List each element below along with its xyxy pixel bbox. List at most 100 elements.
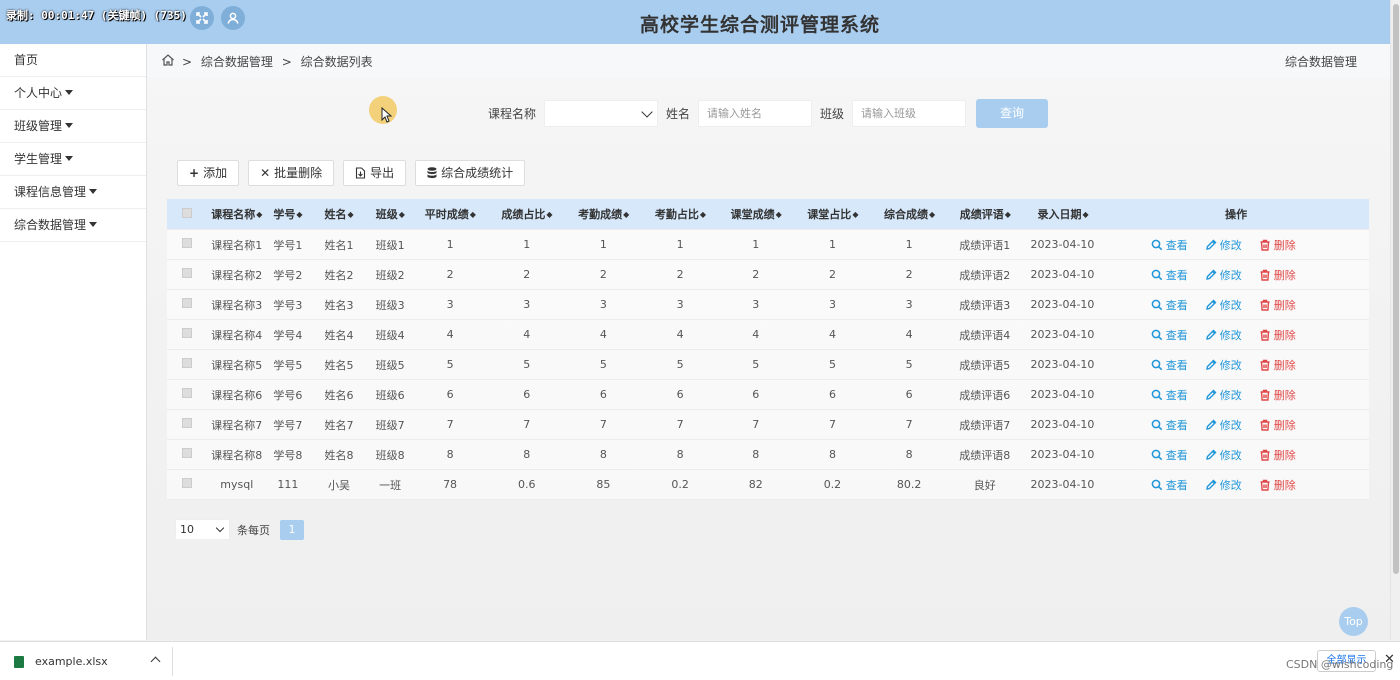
- sort-icon[interactable]: ◆: [399, 210, 405, 219]
- search-button[interactable]: 查询: [976, 98, 1049, 128]
- column-header[interactable]: 课堂成绩◆: [718, 206, 795, 222]
- view-button[interactable]: 查看: [1151, 267, 1188, 283]
- edit-button[interactable]: 修改: [1205, 387, 1242, 403]
- download-filename[interactable]: example.xlsx: [35, 655, 108, 668]
- chevron-up-icon[interactable]: [150, 656, 161, 667]
- table-row[interactable]: 课程名称4 学号4 姓名4 班级4 4 4 4 4 4 4 4 成绩评语4 2023-04-10 查看 修改…: [167, 320, 1369, 350]
- sort-icon[interactable]: ◆: [546, 210, 552, 219]
- sort-icon[interactable]: ◆: [296, 210, 302, 219]
- column-header[interactable]: 姓名◆: [309, 206, 370, 222]
- edit-button[interactable]: 修改: [1205, 417, 1242, 433]
- table-row[interactable]: 课程名称5 学号5 姓名5 班级5 5 5 5 5 5 5 5 成绩评语5 2023-04-10 查看 修改…: [167, 350, 1369, 380]
- home-icon[interactable]: [161, 53, 175, 67]
- row-checkbox[interactable]: [181, 478, 192, 488]
- sort-icon[interactable]: ◆: [700, 210, 706, 219]
- sort-icon[interactable]: ◆: [776, 210, 782, 219]
- name-input[interactable]: 请输入姓名: [698, 99, 813, 127]
- table-row[interactable]: 课程名称8 学号8 姓名8 班级8 8 8 8 8 8 8 8 成绩评语8 2023-04-10 查看 修改…: [167, 440, 1369, 470]
- table-cell: 姓名1: [324, 238, 354, 252]
- delete-button[interactable]: 删除: [1259, 327, 1296, 343]
- column-header[interactable]: 课堂占比◆: [795, 206, 872, 222]
- column-header[interactable]: 班级◆: [370, 206, 411, 222]
- column-header[interactable]: 考勤成绩◆: [564, 206, 643, 222]
- column-header[interactable]: 课程名称◆: [206, 206, 267, 222]
- breadcrumb-item-data[interactable]: 综合数据管理: [201, 55, 273, 69]
- column-header[interactable]: 成绩占比◆: [490, 206, 565, 222]
- sidebar-item-1[interactable]: 个人中心: [0, 77, 146, 110]
- table-row[interactable]: 课程名称1 学号1 姓名1 班级1 1 1 1 1 1 1 1 成绩评语1 2023-04-10 查看 修改…: [167, 230, 1369, 260]
- delete-button[interactable]: 删除: [1259, 477, 1296, 493]
- edit-button[interactable]: 修改: [1205, 267, 1242, 283]
- delete-button[interactable]: 删除: [1259, 417, 1296, 433]
- table-row[interactable]: 课程名称2 学号2 姓名2 班级2 2 2 2 2 2 2 2 成绩评语2 2023-04-10 查看 修改…: [167, 260, 1369, 290]
- column-header[interactable]: 录入日期◆: [1023, 206, 1104, 222]
- view-button[interactable]: 查看: [1151, 387, 1188, 403]
- edit-button[interactable]: 修改: [1205, 297, 1242, 313]
- sort-icon[interactable]: ◆: [623, 210, 629, 219]
- view-button[interactable]: 查看: [1151, 237, 1188, 253]
- page-size-select[interactable]: 10: [175, 519, 230, 540]
- sidebar-item-5[interactable]: 综合数据管理: [0, 209, 146, 242]
- user-button[interactable]: [221, 6, 245, 30]
- pencil-icon: [1205, 389, 1217, 400]
- sort-icon[interactable]: ◆: [348, 210, 354, 219]
- row-checkbox[interactable]: [181, 238, 192, 248]
- row-checkbox[interactable]: [181, 358, 192, 368]
- sort-icon[interactable]: ◆: [256, 210, 262, 219]
- back-to-top-button[interactable]: Top: [1339, 607, 1368, 636]
- batch-delete-button[interactable]: ✕ 批量删除: [248, 160, 335, 186]
- row-checkbox[interactable]: [181, 268, 192, 278]
- view-button[interactable]: 查看: [1151, 477, 1188, 493]
- add-button[interactable]: + 添加: [177, 160, 240, 186]
- column-header[interactable]: 成绩评语◆: [948, 206, 1023, 222]
- course-select[interactable]: [544, 99, 659, 127]
- row-checkbox[interactable]: [181, 298, 192, 308]
- table-row[interactable]: 课程名称6 学号6 姓名6 班级6 6 6 6 6 6 6 6 成绩评语6 2023-04-10 查看 修改…: [167, 380, 1369, 410]
- export-button[interactable]: 导出: [343, 160, 407, 186]
- column-header[interactable]: 学号◆: [267, 206, 308, 222]
- row-checkbox[interactable]: [181, 388, 192, 398]
- delete-button[interactable]: 删除: [1259, 237, 1296, 253]
- table-row[interactable]: 课程名称7 学号7 姓名7 班级7 7 7 7 7 7 7 7 成绩评语7 2023-04-10 查看 修改…: [167, 410, 1369, 440]
- sort-icon[interactable]: ◆: [470, 210, 476, 219]
- sidebar-item-2[interactable]: 班级管理: [0, 110, 146, 143]
- select-all-checkbox[interactable]: [181, 207, 192, 218]
- class-input[interactable]: 请输入班级: [852, 99, 967, 127]
- row-checkbox[interactable]: [181, 328, 192, 338]
- delete-button[interactable]: 删除: [1259, 447, 1296, 463]
- delete-button[interactable]: 删除: [1259, 267, 1296, 283]
- view-button[interactable]: 查看: [1151, 327, 1188, 343]
- delete-button[interactable]: 删除: [1259, 297, 1296, 313]
- row-checkbox[interactable]: [181, 448, 192, 458]
- view-button[interactable]: 查看: [1151, 297, 1188, 313]
- edit-button[interactable]: 修改: [1205, 357, 1242, 373]
- edit-button[interactable]: 修改: [1205, 327, 1242, 343]
- page-button-current[interactable]: 1: [280, 519, 304, 540]
- sort-icon[interactable]: ◆: [1082, 210, 1088, 219]
- column-header[interactable]: 考勤占比◆: [643, 206, 718, 222]
- view-button[interactable]: 查看: [1151, 357, 1188, 373]
- page-scrollbar[interactable]: [1390, 0, 1400, 640]
- column-header[interactable]: 综合成绩◆: [871, 206, 948, 222]
- sort-icon[interactable]: ◆: [1005, 210, 1011, 219]
- sidebar-item-0[interactable]: 首页: [0, 44, 146, 77]
- table-cell: 姓名4: [324, 328, 354, 342]
- table-row[interactable]: mysql 111 小吴 一班 78 0.6 85 0.2 82 0.2 80.2 良好 2023-04…: [167, 470, 1369, 500]
- delete-button[interactable]: 删除: [1259, 387, 1296, 403]
- edit-button[interactable]: 修改: [1205, 447, 1242, 463]
- stats-button[interactable]: 综合成绩统计: [415, 160, 526, 186]
- sidebar-item-3[interactable]: 学生管理: [0, 143, 146, 176]
- sidebar-item-4[interactable]: 课程信息管理: [0, 176, 146, 209]
- sort-icon[interactable]: ◆: [852, 210, 858, 219]
- view-button[interactable]: 查看: [1151, 447, 1188, 463]
- edit-button[interactable]: 修改: [1205, 477, 1242, 493]
- delete-button[interactable]: 删除: [1259, 357, 1296, 373]
- column-header[interactable]: 平时成绩◆: [411, 206, 490, 222]
- row-checkbox[interactable]: [181, 418, 192, 428]
- edit-button[interactable]: 修改: [1205, 237, 1242, 253]
- scrollbar-thumb[interactable]: [1393, 4, 1399, 574]
- sort-icon[interactable]: ◆: [929, 210, 935, 219]
- fullscreen-button[interactable]: [190, 6, 214, 30]
- view-button[interactable]: 查看: [1151, 417, 1188, 433]
- table-row[interactable]: 课程名称3 学号3 姓名3 班级3 3 3 3 3 3 3 3 成绩评语3 2023-04-10 查看 修改…: [167, 290, 1369, 320]
